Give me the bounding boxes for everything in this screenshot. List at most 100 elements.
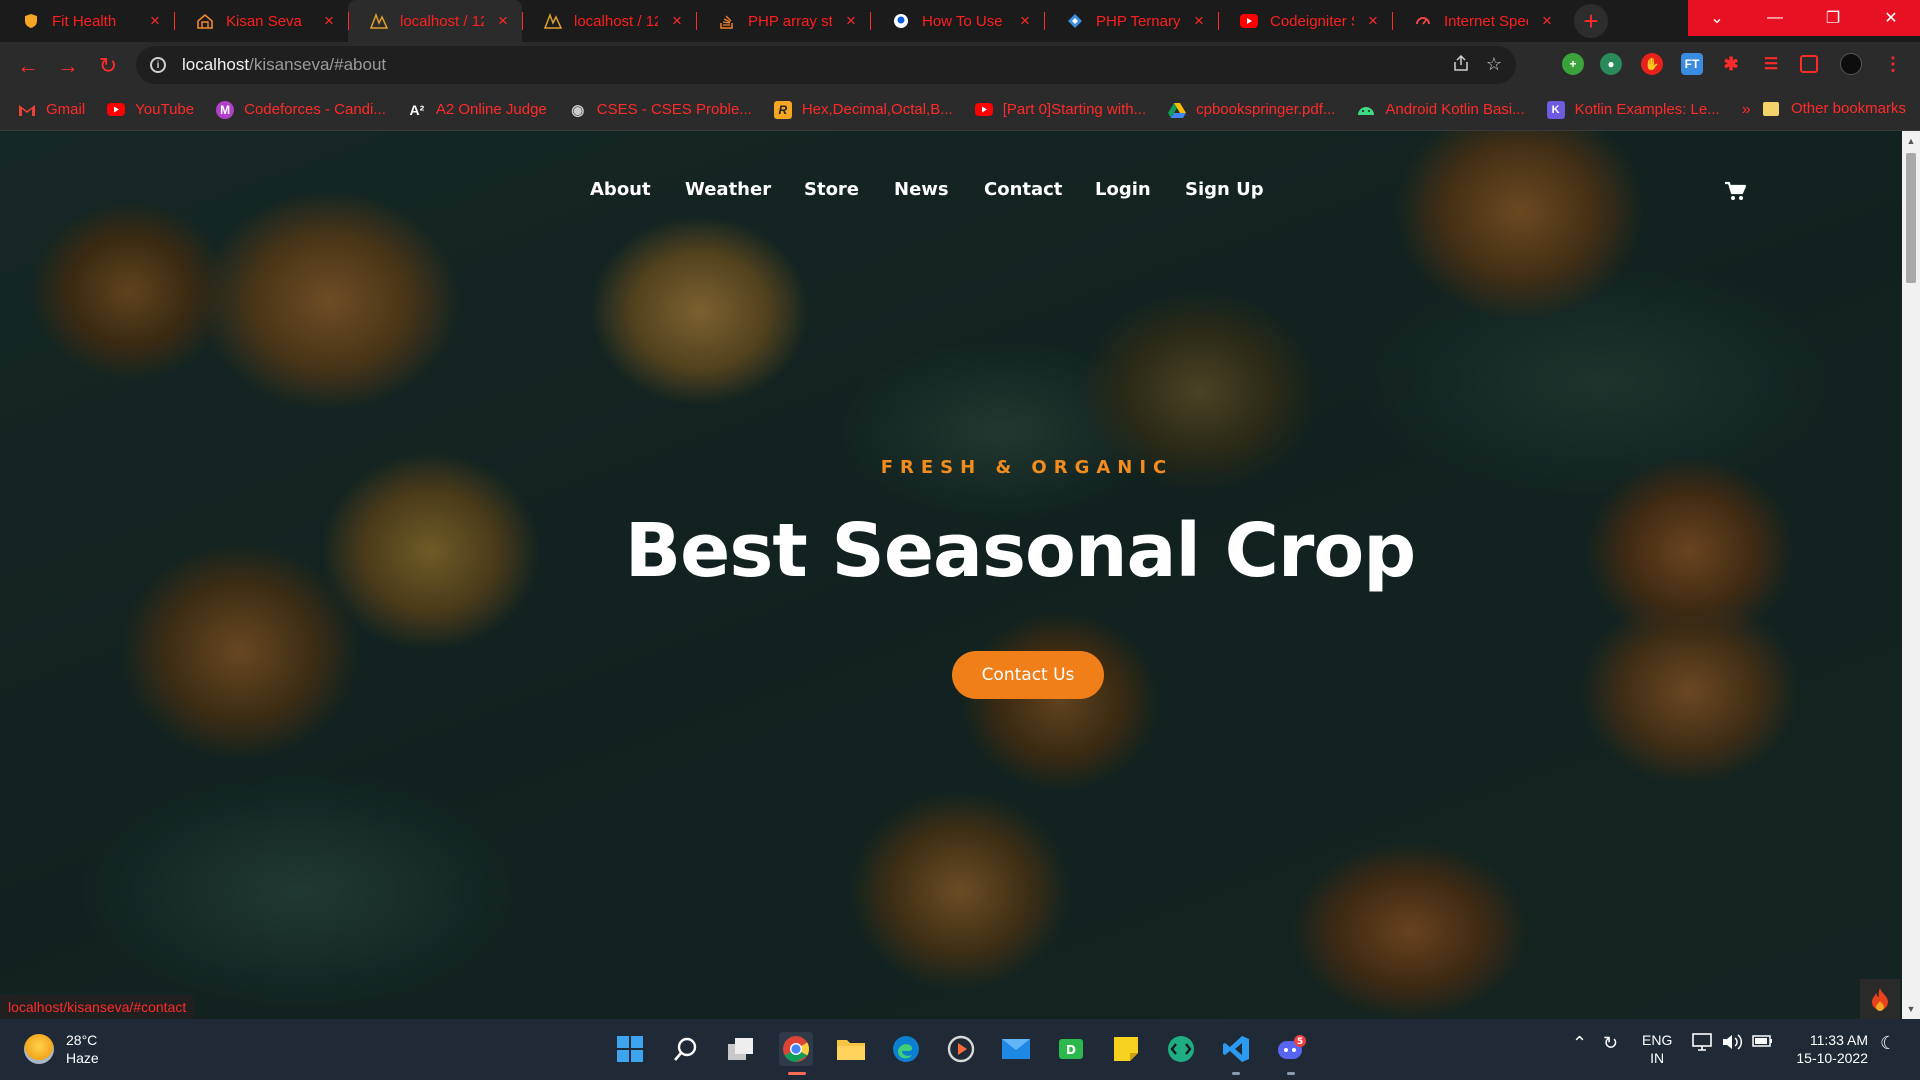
tab-title: localhost / 12: [400, 12, 484, 30]
kotlin-icon: K: [1546, 100, 1565, 119]
media-player-icon[interactable]: [944, 1032, 978, 1066]
profile-avatar[interactable]: [1840, 53, 1862, 75]
system-clock[interactable]: 11:33 AM 15-10-2022: [1790, 1031, 1868, 1067]
edge-icon[interactable]: [889, 1032, 923, 1066]
bookmark-part-0[interactable]: [Part 0]Starting with...: [974, 101, 1146, 119]
bookmark-a2-online-judge[interactable]: A² A2 Online Judge: [408, 101, 546, 119]
volume-icon[interactable]: [1722, 1033, 1744, 1056]
weather-widget[interactable]: 28°C Haze: [24, 1031, 99, 1067]
back-arrow-icon[interactable]: ←: [12, 50, 44, 82]
weather-condition: Haze: [66, 1050, 99, 1066]
discord-running-indicator: [1287, 1072, 1295, 1075]
nav-link-contact[interactable]: Contact: [984, 179, 1062, 200]
mail-icon[interactable]: [999, 1032, 1033, 1066]
battery-icon[interactable]: [1752, 1033, 1774, 1054]
new-tab-button[interactable]: +: [1574, 4, 1608, 38]
bookmark-label: Android Kotlin Basi...: [1385, 101, 1525, 118]
nav-link-weather[interactable]: Weather: [685, 179, 771, 200]
nav-link-sign-up[interactable]: Sign Up: [1185, 179, 1264, 200]
contact-us-button[interactable]: Contact Us: [952, 651, 1104, 699]
tab-codeigniter[interactable]: Codeigniter S ×: [1218, 0, 1392, 42]
other-bookmarks-folder[interactable]: Other bookmarks: [1762, 100, 1906, 117]
remote-desktop-icon[interactable]: [1164, 1032, 1198, 1066]
star-bookmark-icon[interactable]: ☆: [1486, 54, 1502, 75]
nav-link-login[interactable]: Login: [1095, 179, 1151, 200]
extension-puzzle-icon[interactable]: ✱: [1720, 53, 1742, 75]
bookmark-gmail[interactable]: Gmail: [18, 101, 85, 119]
extension-globe-icon[interactable]: ●: [1600, 53, 1622, 75]
tab-title: Kisan Seva: [226, 12, 302, 30]
close-icon[interactable]: ×: [1190, 11, 1208, 31]
tab-php-array[interactable]: PHP array strin ×: [696, 0, 870, 42]
close-icon[interactable]: ×: [494, 11, 512, 31]
close-icon[interactable]: ×: [320, 11, 338, 31]
close-icon[interactable]: ×: [146, 11, 164, 31]
extension-ft-icon[interactable]: FT: [1681, 53, 1703, 75]
browser-menu-icon[interactable]: ⋮: [1882, 53, 1904, 75]
bookmark-codeforces[interactable]: M Codeforces - Candi...: [216, 100, 386, 119]
bookmark-kotlin-examples[interactable]: K Kotlin Examples: Le...: [1546, 100, 1720, 119]
sync-icon[interactable]: ↻: [1603, 1033, 1618, 1054]
extension-plus-icon[interactable]: +: [1562, 53, 1584, 75]
minimize-button[interactable]: —: [1746, 0, 1804, 36]
chrome-icon[interactable]: [779, 1032, 813, 1066]
show-hidden-icons-chevron-icon[interactable]: ⌃: [1572, 1033, 1587, 1054]
tab-kisan-seva[interactable]: Kisan Seva ×: [174, 0, 348, 42]
tab-internet-speed[interactable]: Internet Speed ×: [1392, 0, 1566, 42]
tab-how-to-use[interactable]: How To Use an ×: [870, 0, 1044, 42]
more-bookmarks-chevron-icon[interactable]: »: [1742, 101, 1751, 119]
bookmark-youtube[interactable]: YouTube: [107, 101, 194, 119]
tab-localhost-1[interactable]: localhost / 12 ×: [348, 0, 522, 42]
windows-start-icon[interactable]: [613, 1032, 647, 1066]
side-panel-icon[interactable]: [1800, 55, 1818, 73]
page-scrollbar[interactable]: ▲ ▼: [1902, 131, 1920, 1019]
scrollbar-thumb[interactable]: [1906, 153, 1916, 283]
notification-moon-icon[interactable]: ☾: [1880, 1033, 1896, 1054]
tab-fit-health[interactable]: Fit Health ×: [0, 0, 174, 42]
network-icon[interactable]: [1692, 1033, 1714, 1056]
sticky-notes-icon[interactable]: [1109, 1032, 1143, 1066]
gmail-icon: [18, 101, 36, 119]
close-icon[interactable]: ×: [1016, 11, 1034, 31]
close-icon[interactable]: ×: [1364, 11, 1382, 31]
forward-arrow-icon[interactable]: →: [52, 50, 84, 82]
url-path: /kisanseva/#about: [249, 55, 387, 74]
tab-title: PHP Ternary O: [1096, 12, 1180, 30]
reload-icon[interactable]: ↻: [92, 50, 124, 82]
language-indicator[interactable]: ENG IN: [1642, 1031, 1672, 1067]
bookmark-cpbook[interactable]: cpbookspringer.pdf...: [1168, 101, 1335, 119]
scroll-down-arrow-icon[interactable]: ▼: [1902, 1001, 1920, 1017]
nav-link-news[interactable]: News: [894, 179, 949, 200]
youtube-icon: [1240, 12, 1258, 30]
site-info-icon[interactable]: i: [150, 57, 166, 73]
extension-list-icon[interactable]: ☰: [1760, 53, 1782, 75]
close-icon[interactable]: ×: [668, 11, 686, 31]
tab-title: How To Use an: [922, 12, 1006, 30]
nav-link-store[interactable]: Store: [804, 179, 859, 200]
extension-hand-icon[interactable]: ✋: [1641, 53, 1663, 75]
bookmark-android-kotlin[interactable]: Android Kotlin Basi...: [1357, 101, 1525, 119]
close-icon[interactable]: ×: [1538, 11, 1556, 31]
close-window-button[interactable]: ✕: [1862, 0, 1920, 36]
task-view-icon[interactable]: [724, 1032, 758, 1066]
file-explorer-icon[interactable]: [834, 1032, 868, 1066]
tab-localhost-2[interactable]: localhost / 12 ×: [522, 0, 696, 42]
search-icon[interactable]: [669, 1032, 703, 1066]
share-icon[interactable]: [1452, 54, 1470, 77]
nav-link-about[interactable]: About: [590, 179, 651, 200]
discord-icon[interactable]: 5: [1274, 1032, 1308, 1066]
dev-app-d-icon[interactable]: D: [1054, 1032, 1088, 1066]
shopping-cart-icon[interactable]: [1724, 181, 1747, 206]
scroll-up-arrow-icon[interactable]: ▲: [1902, 133, 1920, 149]
taskbar: 28°C Haze D 5 ⌃ ↻ ENG IN 11:33 AM 15-10-…: [0, 1019, 1920, 1080]
restore-button[interactable]: ❐: [1804, 0, 1862, 36]
close-icon[interactable]: ×: [842, 11, 860, 31]
bookmark-hex-decimal[interactable]: R Hex,Decimal,Octal,B...: [773, 100, 953, 119]
vscode-icon[interactable]: [1219, 1032, 1253, 1066]
tab-php-ternary[interactable]: PHP Ternary O ×: [1044, 0, 1218, 42]
bookmark-cses[interactable]: ◉ CSES - CSES Proble...: [569, 101, 752, 119]
address-bar[interactable]: i localhost/kisanseva/#about ☆: [136, 46, 1516, 84]
tab-search-chevron-icon[interactable]: ⌄: [1688, 0, 1746, 36]
flame-icon[interactable]: [1860, 979, 1900, 1019]
hero-title: Best Seasonal Crop: [624, 508, 1416, 594]
